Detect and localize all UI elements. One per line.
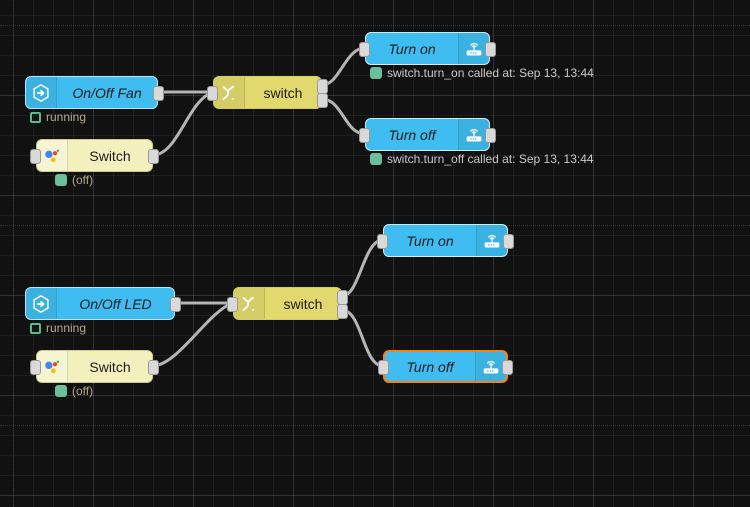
- node-label: Turn on: [384, 225, 476, 256]
- output-port-2[interactable]: [337, 304, 348, 319]
- canvas-gridline-marker-3: [0, 425, 750, 426]
- node-turn-off-fan[interactable]: Turn off: [365, 118, 490, 151]
- node-label: On/Off Fan: [57, 77, 157, 108]
- node-turn-on-fan[interactable]: Turn on: [365, 32, 490, 65]
- output-port[interactable]: [485, 42, 496, 57]
- input-port[interactable]: [359, 128, 370, 143]
- canvas-origin-vertical: [13, 0, 14, 507]
- status-text: switch.turn_on called at: Sep 13, 13:44: [387, 66, 594, 80]
- output-port[interactable]: [502, 360, 513, 375]
- switch-branch-icon: [234, 288, 265, 319]
- canvas-origin-horizontal: [0, 25, 750, 26]
- node-switch-fan[interactable]: switch: [213, 76, 322, 109]
- status-text: running: [46, 110, 86, 124]
- wire-led-switch-out1-to-turnon: [342, 240, 383, 296]
- node-label: Turn on: [366, 33, 458, 64]
- node-google-switch-led[interactable]: Switch: [36, 350, 153, 383]
- node-label: switch: [265, 288, 341, 319]
- input-port[interactable]: [378, 360, 389, 375]
- status-indicator-icon: [55, 385, 67, 397]
- output-port[interactable]: [153, 86, 164, 101]
- node-on-off-fan[interactable]: On/Off Fan: [25, 76, 158, 109]
- status-turn-on-fan: switch.turn_on called at: Sep 13, 13:44: [370, 66, 594, 80]
- status-google-switch-led: (off): [55, 384, 93, 398]
- input-port[interactable]: [30, 149, 41, 164]
- home-assistant-icon: [26, 77, 57, 108]
- status-indicator-icon: [30, 323, 41, 334]
- output-port[interactable]: [148, 149, 159, 164]
- node-label: switch: [245, 77, 321, 108]
- status-turn-off-fan: switch.turn_off called at: Sep 13, 13:44: [370, 152, 594, 166]
- wire-led-switch-out2-to-turnoff: [342, 310, 383, 366]
- output-port[interactable]: [148, 360, 159, 375]
- output-port[interactable]: [485, 128, 496, 143]
- status-google-switch-fan: (off): [55, 173, 93, 187]
- node-label: Switch: [68, 351, 152, 382]
- node-google-switch-fan[interactable]: Switch: [36, 139, 153, 172]
- input-port[interactable]: [207, 86, 218, 101]
- status-on-off-led: running: [30, 321, 86, 335]
- input-port[interactable]: [227, 297, 238, 312]
- output-port[interactable]: [503, 234, 514, 249]
- node-label: Turn off: [385, 352, 475, 381]
- status-on-off-fan: running: [30, 110, 86, 124]
- status-indicator-icon: [30, 112, 41, 123]
- switch-branch-icon: [214, 77, 245, 108]
- node-turn-off-led[interactable]: Turn off: [383, 350, 508, 383]
- output-port[interactable]: [170, 297, 181, 312]
- node-label: Switch: [68, 140, 152, 171]
- input-port[interactable]: [30, 360, 41, 375]
- google-assistant-icon: [37, 351, 68, 382]
- status-text: running: [46, 321, 86, 335]
- status-text: (off): [72, 173, 93, 187]
- node-on-off-led[interactable]: On/Off LED: [25, 287, 175, 320]
- canvas-gridline-marker-2: [0, 225, 750, 226]
- status-indicator-icon: [370, 67, 382, 79]
- status-text: (off): [72, 384, 93, 398]
- status-text: switch.turn_off called at: Sep 13, 13:44: [387, 152, 594, 166]
- node-switch-led[interactable]: switch: [233, 287, 342, 320]
- output-port-1[interactable]: [337, 290, 348, 305]
- node-label: On/Off LED: [57, 288, 174, 319]
- google-assistant-icon: [37, 140, 68, 171]
- output-port-2[interactable]: [317, 93, 328, 108]
- status-indicator-icon: [370, 153, 382, 165]
- wire-fan-google-to-switch: [153, 92, 213, 155]
- flow-canvas[interactable]: On/Off Fan running Switch (off): [0, 0, 750, 507]
- output-port-1[interactable]: [317, 79, 328, 94]
- node-turn-on-led[interactable]: Turn on: [383, 224, 508, 257]
- input-port[interactable]: [377, 234, 388, 249]
- status-indicator-icon: [55, 174, 67, 186]
- node-label: Turn off: [366, 119, 458, 150]
- home-assistant-icon: [26, 288, 57, 319]
- input-port[interactable]: [359, 42, 370, 57]
